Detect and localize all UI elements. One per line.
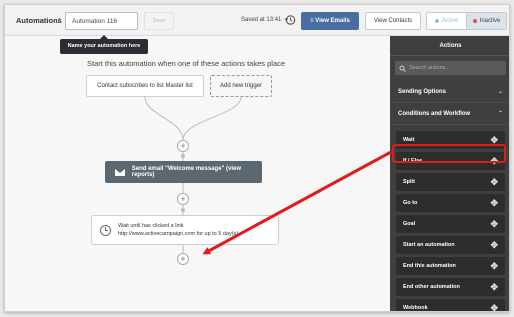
add-action-plus-2[interactable]: +	[177, 193, 189, 205]
item-label: Go to	[403, 200, 418, 206]
action-go-to[interactable]: Go to ✥	[396, 194, 505, 212]
search-actions-input[interactable]: Search actions...	[395, 61, 506, 75]
status-toggle: Active Inactive	[426, 12, 507, 30]
section-sending-options[interactable]: Sending Options ⌄	[390, 81, 509, 103]
active-dot-icon	[434, 19, 439, 23]
send-email-label: Send email "Welcome message" (view repor…	[131, 166, 242, 178]
action-webhook[interactable]: Webhook ✥	[396, 299, 505, 312]
app-window: Automations / Save Saved at 13:41 ≡ View…	[4, 4, 510, 312]
wait-line-2: http://www.activecampaign.com for up to …	[118, 231, 239, 237]
chevron-up-icon: ⌃	[497, 111, 503, 117]
wait-line-1: Wait until has clicked a link	[118, 223, 184, 229]
section-conditions-workflow[interactable]: Conditions and Workflow ⌃	[390, 103, 509, 125]
action-split[interactable]: Split ✥	[396, 173, 505, 191]
envelope-icon	[115, 168, 125, 176]
move-icon: ✥	[490, 197, 498, 208]
item-label: Split	[403, 179, 415, 185]
search-icon	[399, 65, 406, 72]
trigger-block[interactable]: Contact subscribes to list Master list	[86, 75, 204, 97]
add-action-plus-3[interactable]: +	[177, 253, 189, 265]
if-else-highlight-box	[392, 144, 506, 163]
item-label: End other automation	[403, 284, 460, 290]
move-icon: ✥	[490, 260, 498, 271]
flow-connectors	[144, 96, 242, 253]
item-label: Goal	[403, 221, 416, 227]
active-label: Active	[441, 18, 459, 24]
item-label: Start an automation	[403, 242, 455, 248]
action-end-this-automation[interactable]: End this automation ✥	[396, 257, 505, 275]
toggle-active[interactable]: Active	[427, 13, 466, 29]
toggle-inactive[interactable]: Inactive	[466, 13, 506, 29]
add-trigger-button[interactable]: Add new trigger	[210, 75, 272, 97]
move-icon: ✥	[490, 302, 498, 312]
move-icon: ✥	[490, 176, 498, 187]
inactive-label: Inactive	[479, 18, 501, 24]
sidebar-title: Actions	[390, 36, 509, 56]
search-placeholder: Search actions...	[409, 65, 450, 71]
trigger-headline: Start this automation when one of these …	[87, 59, 286, 68]
move-icon: ✥	[490, 218, 498, 229]
item-label: Webhook	[403, 305, 428, 311]
chevron-down-icon: ⌄	[497, 89, 503, 95]
wait-action[interactable]: Wait until has clicked a link http://www…	[91, 215, 279, 245]
send-email-action[interactable]: Send email "Welcome message" (view repor…	[105, 161, 262, 183]
action-start-automation[interactable]: Start an automation ✥	[396, 236, 505, 254]
move-icon: ✥	[490, 281, 498, 292]
action-end-other-automation[interactable]: End other automation ✥	[396, 278, 505, 296]
action-goal[interactable]: Goal ✥	[396, 215, 505, 233]
item-label: End this automation	[403, 263, 456, 269]
actions-sidebar: Actions Search actions... Sending Option…	[390, 36, 509, 312]
move-icon: ✥	[490, 239, 498, 250]
section-label: Sending Options	[398, 88, 446, 95]
section-label: Conditions and Workflow	[398, 110, 471, 117]
clock-icon	[100, 225, 111, 236]
add-action-plus-1[interactable]: +	[177, 140, 189, 152]
inactive-dot-icon	[472, 19, 477, 23]
item-label: Wait	[403, 137, 415, 143]
